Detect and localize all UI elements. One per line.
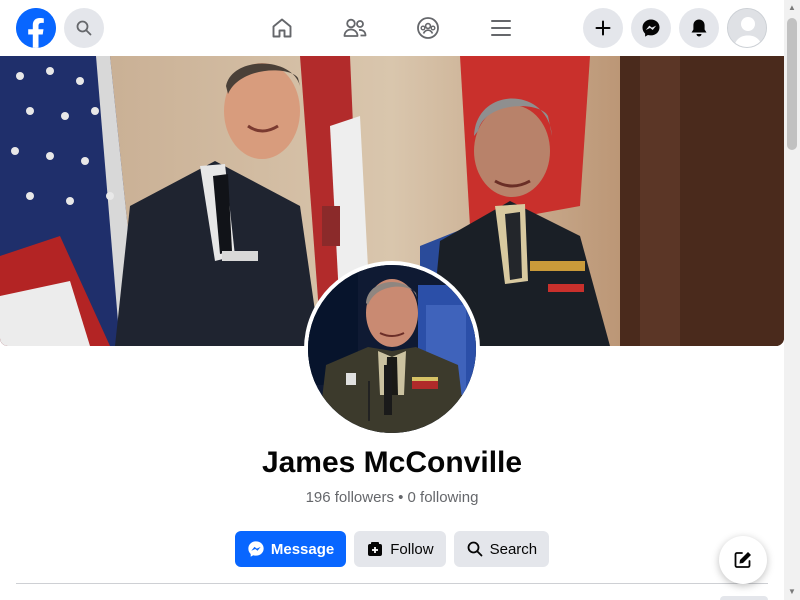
search-icon bbox=[466, 540, 484, 558]
groups-icon bbox=[417, 17, 439, 39]
avatar-icon bbox=[728, 9, 766, 47]
menu-icon bbox=[491, 20, 511, 36]
compose-icon bbox=[734, 552, 751, 568]
notifications-button[interactable] bbox=[679, 8, 719, 48]
scroll-thumb[interactable] bbox=[787, 18, 797, 150]
scrollbar[interactable]: ▲ ▼ bbox=[784, 0, 800, 600]
groups-tab[interactable] bbox=[412, 12, 444, 44]
facebook-logo-icon[interactable] bbox=[16, 8, 56, 48]
profile-picture[interactable] bbox=[304, 261, 480, 437]
search-icon bbox=[76, 20, 92, 36]
profile-page: James McConville 196 followers • 0 follo… bbox=[0, 0, 800, 600]
follow-button[interactable]: Follow bbox=[354, 531, 446, 567]
messenger-button[interactable] bbox=[631, 8, 671, 48]
scroll-down-icon[interactable]: ▼ bbox=[787, 587, 797, 597]
search-button[interactable] bbox=[64, 8, 104, 48]
plus-icon bbox=[595, 20, 611, 36]
follow-label: Follow bbox=[390, 540, 434, 558]
friends-icon bbox=[343, 18, 367, 37]
message-label: Message bbox=[270, 540, 335, 558]
create-button[interactable] bbox=[583, 8, 623, 48]
messenger-icon bbox=[247, 540, 265, 558]
friends-tab[interactable] bbox=[339, 12, 371, 44]
account-avatar[interactable] bbox=[727, 8, 767, 48]
search-profile-button[interactable]: Search bbox=[453, 531, 550, 567]
home-tab[interactable] bbox=[266, 12, 298, 44]
compose-button[interactable] bbox=[719, 536, 767, 584]
message-button[interactable]: Message bbox=[234, 531, 347, 567]
home-icon bbox=[272, 18, 292, 38]
next-section-chip bbox=[720, 596, 768, 600]
profile-actions: Message Follow Search bbox=[0, 531, 784, 567]
profile-name: James McConville bbox=[261, 446, 523, 479]
section-divider bbox=[16, 583, 768, 584]
follow-icon bbox=[366, 540, 384, 558]
messenger-icon bbox=[642, 19, 660, 37]
search-label: Search bbox=[489, 540, 538, 558]
menu-tab[interactable] bbox=[485, 12, 517, 44]
scroll-up-icon[interactable]: ▲ bbox=[787, 3, 797, 13]
top-navigation-bar bbox=[0, 0, 784, 56]
bell-icon bbox=[691, 19, 707, 37]
follow-stats[interactable]: 196 followers • 0 following bbox=[0, 489, 784, 506]
